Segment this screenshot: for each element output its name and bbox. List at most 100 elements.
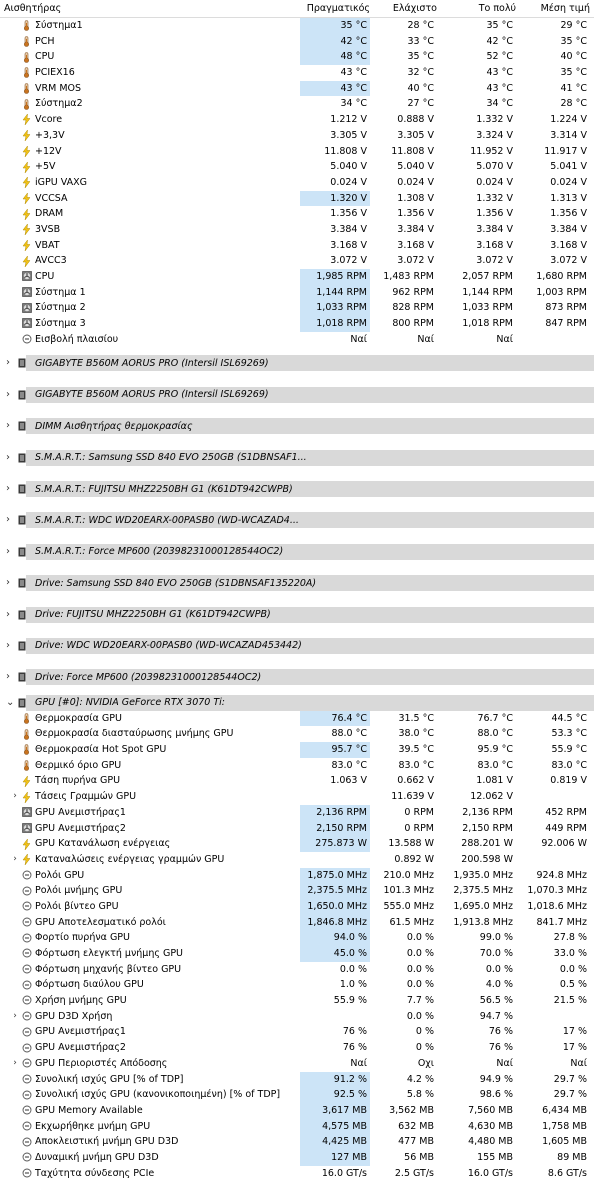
sensor-row[interactable]: Φόρτωση διαύλου GPU 1.0 % 0.0 % 4.0 % 0.5 % (0, 977, 594, 993)
expand-arrow-icon[interactable]: › (10, 1009, 20, 1025)
chevron-right-icon[interactable]: › (6, 669, 10, 685)
chevron-down-icon[interactable]: ⌄ (6, 695, 14, 711)
expand-arrow-icon[interactable]: › (10, 1056, 20, 1072)
sensor-group[interactable]: › Drive: Force MP600 (20398231000128544OC… (0, 661, 594, 692)
sensor-group-bar[interactable]: S.M.A.R.T.: Force MP600 (203982310001285… (26, 543, 594, 560)
sensor-row[interactable]: Τάση πυρήνα GPU 1.063 V 0.662 V 1.081 V 0.81… (0, 773, 594, 789)
sensor-row[interactable]: › Καταναλώσεις ενέργειας γραμμών GPU 0.892… (0, 852, 594, 868)
sensor-row[interactable]: Φορτίο πυρήνα GPU 94.0 % 0.0 % 99.0 % 27.8 % (0, 930, 594, 947)
sensor-row[interactable]: Σύστημα 1 1,144 RPM 962 RPM 1,144 RPM 1,003 … (0, 284, 594, 301)
sensor-row[interactable]: iGPU VAXG 0.024 V 0.024 V 0.024 V 0.024 V (0, 175, 594, 191)
sensor-group[interactable]: › Drive: WDC WD20EARX-00PASB0 (WD-WCAZAD4… (0, 630, 594, 661)
sensor-group[interactable]: › S.M.A.R.T.: Samsung SSD 840 EVO 250GB (… (0, 442, 594, 473)
chevron-right-icon[interactable]: › (6, 481, 10, 497)
sensor-row[interactable]: GPU Ανεμιστήρας2 2,150 RPM 0 RPM 2,150 RPM 4… (0, 820, 594, 837)
sensor-row[interactable]: Σύστημα1 35 °C 28 °C 35 °C 29 °C (0, 18, 594, 34)
chevron-right-icon[interactable]: › (6, 355, 10, 371)
sensor-row[interactable]: CPU 48 °C 35 °C 52 °C 40 °C (0, 49, 594, 66)
sensor-row[interactable]: Θερμοκρασία GPU 76.4 °C 31.5 °C 76.7 °C 44.5… (0, 710, 594, 727)
expand-arrow-icon[interactable]: › (10, 789, 20, 805)
sensor-row[interactable]: Χρήση μνήμης GPU 55.9 % 7.7 % 56.5 % 21.5 % (0, 993, 594, 1009)
sensor-row[interactable]: › GPU D3D Χρήση 0.0 % 94.7 % (0, 1009, 594, 1025)
chevron-right-icon[interactable]: › (6, 512, 10, 528)
sensor-row[interactable]: › GPU Περιοριστές Απόδοσης Ναί Οχι Ναί Ναί (0, 1056, 594, 1072)
sensor-row[interactable]: GPU Ανεμιστήρας2 76 % 0 % 76 % 17 % (0, 1040, 594, 1056)
sensor-row[interactable]: Εισβολή πλαισίου Ναί Ναί Ναί (0, 332, 594, 348)
sensor-row[interactable]: +5V 5.040 V 5.040 V 5.070 V 5.041 V (0, 159, 594, 175)
sensor-row[interactable]: GPU Ανεμιστήρας1 76 % 0 % 76 % 17 % (0, 1024, 594, 1040)
sensor-row[interactable]: GPU Αποτελεσματικό ρολόι 1,846.8 MHz 61.5 … (0, 914, 594, 931)
chevron-right-icon[interactable]: › (6, 638, 10, 654)
sensor-row[interactable]: Δυναμική μνήμη GPU D3D 127 MB 56 MB 155 MB 8… (0, 1149, 594, 1166)
sensor-row[interactable]: Ρολόι βίντεο GPU 1,650.0 MHz 555.0 MHz 1,69… (0, 898, 594, 915)
sensor-group[interactable]: › Drive: FUJITSU MHZ2250BH G1 (K61DT942CW… (0, 599, 594, 630)
sensor-group[interactable]: › GIGABYTE B560M AORUS PRO (Intersil ISL6… (0, 379, 594, 410)
chevron-right-icon[interactable]: › (6, 544, 10, 560)
sensor-group[interactable]: › S.M.A.R.T.: FUJITSU MHZ2250BH G1 (K61DT… (0, 473, 594, 504)
sensor-group[interactable]: › Drive: Samsung SSD 840 EVO 250GB (S1DBN… (0, 567, 594, 598)
sensor-row[interactable]: GPU Memory Available 3,617 MB 3,562 MB 7,56… (0, 1102, 594, 1119)
sensor-row[interactable]: Συνολική ισχύς GPU [% of TDP] 91.2 % 4.2 %… (0, 1071, 594, 1088)
sensor-row[interactable]: Σύστημα 2 1,033 RPM 828 RPM 1,033 RPM 873 RP… (0, 300, 594, 317)
sensor-group[interactable]: › GIGABYTE B560M AORUS PRO (Intersil ISL6… (0, 347, 594, 378)
sensor-row[interactable]: VCCSA 1.320 V 1.308 V 1.332 V 1.313 V (0, 190, 594, 207)
header-max[interactable]: Το πολύ (438, 0, 516, 17)
sensor-group-bar[interactable]: S.M.A.R.T.: WDC WD20EARX-00PASB0 (WD-WCA… (26, 512, 594, 529)
sensor-row[interactable]: Αποκλειστική μνήμη GPU D3D 4,425 MB 477 MB… (0, 1134, 594, 1150)
sensor-row[interactable]: Ρολόι μνήμης GPU 2,375.5 MHz 101.3 MHz 2,37… (0, 883, 594, 899)
sensor-row[interactable]: DRAM 1.356 V 1.356 V 1.356 V 1.356 V (0, 206, 594, 222)
chevron-right-icon[interactable]: › (6, 607, 10, 623)
sensor-row[interactable]: 3VSB 3.384 V 3.384 V 3.384 V 3.384 V (0, 222, 594, 238)
sensor-row[interactable]: AVCC3 3.072 V 3.072 V 3.072 V 3.072 V (0, 253, 594, 269)
sensor-name-cell: Σύστημα1 (0, 18, 83, 34)
gpu-sensor-group[interactable]: ⌄ GPU [#0]: NVIDIA GeForce RTX 3070 Ti: (0, 693, 594, 711)
header-sensor[interactable]: Αισθητήρας (4, 0, 61, 17)
sensor-row[interactable]: Συνολική ισχύς GPU (κανονικοποιημένη) [%… (0, 1087, 594, 1103)
header-current[interactable]: Πραγματικός (300, 0, 370, 17)
sensor-row[interactable]: Ταχύτητα σύνδεσης PCIe 16.0 GT/s 2.5 GT/s 1… (0, 1166, 594, 1182)
sensor-group-bar[interactable]: Drive: Force MP600 (20398231000128544OC2… (26, 669, 594, 686)
sensor-group-bar[interactable]: Drive: WDC WD20EARX-00PASB0 (WD-WCAZAD45… (26, 637, 594, 654)
sensor-group-bar[interactable]: S.M.A.R.T.: FUJITSU MHZ2250BH G1 (K61DT9… (26, 481, 594, 497)
sensor-row[interactable]: Φόρτωση ελεγκτή μνήμης GPU 45.0 % 0.0 % 70.… (0, 946, 594, 962)
sensor-row[interactable]: VRM MOS 43 °C 40 °C 43 °C 41 °C (0, 80, 594, 97)
sensor-group[interactable]: › S.M.A.R.T.: Force MP600 (20398231000128… (0, 536, 594, 567)
max-value: 83.0 °C (477, 759, 513, 771)
sensor-group-bar[interactable]: Drive: FUJITSU MHZ2250BH G1 (K61DT942CWP… (26, 606, 594, 623)
sensor-row[interactable]: › Τάσεις Γραμμών GPU 11.639 V 12.062 V (0, 789, 594, 805)
sensor-row[interactable]: +12V 11.808 V 11.808 V 11.952 V 11.917 V (0, 144, 594, 160)
sensor-row[interactable]: Εκχωρήθηκε μνήμη GPU 4,575 MB 632 MB 4,630 … (0, 1118, 594, 1135)
chevron-right-icon[interactable]: › (6, 450, 10, 466)
sensor-row[interactable]: GPU Κατανάλωση ενέργειας 275.873 W 13.588 … (0, 836, 594, 852)
sensor-row[interactable]: VBAT 3.168 V 3.168 V 3.168 V 3.168 V (0, 238, 594, 254)
sensor-row[interactable]: Σύστημα 3 1,018 RPM 800 RPM 1,018 RPM 847 RP… (0, 316, 594, 332)
sensor-group[interactable]: › S.M.A.R.T.: WDC WD20EARX-00PASB0 (WD-WC… (0, 504, 594, 535)
sensor-row[interactable]: CPU 1,985 RPM 1,483 RPM 2,057 RPM 1,680 RPM (0, 269, 594, 285)
sensor-row[interactable]: Θερμοκρασία διασταύρωσης μνήμης GPU 88.0 … (0, 726, 594, 742)
sensor-group-bar[interactable]: Drive: Samsung SSD 840 EVO 250GB (S1DBNS… (26, 575, 594, 592)
sensor-row[interactable]: Ρολόι GPU 1,875.0 MHz 210.0 MHz 1,935.0 MHz… (0, 867, 594, 884)
sensor-group-bar[interactable]: S.M.A.R.T.: Samsung SSD 840 EVO 250GB (S… (26, 449, 594, 466)
sensor-row[interactable]: Θερμοκρασία Hot Spot GPU 95.7 °C 39.5 °C 95… (0, 742, 594, 758)
sensor-row[interactable]: PCH 42 °C 33 °C 42 °C 35 °C (0, 33, 594, 50)
sensor-row[interactable]: Θερμικό όριο GPU 83.0 °C 83.0 °C 83.0 °C 83.… (0, 758, 594, 774)
chevron-right-icon[interactable]: › (6, 418, 10, 434)
sensor-group-bar[interactable]: GPU [#0]: NVIDIA GeForce RTX 3070 Ti: (26, 694, 594, 711)
sensor-row[interactable]: PCIEX16 43 °C 32 °C 43 °C 35 °C (0, 65, 594, 81)
sensor-row[interactable]: +3,3V 3.305 V 3.305 V 3.324 V 3.314 V (0, 128, 594, 144)
sensor-name-cell: Εκχωρήθηκε μνήμη GPU (0, 1119, 150, 1135)
sensor-row[interactable]: Vcore 1.212 V 0.888 V 1.332 V 1.224 V (0, 112, 594, 128)
sensor-name-cell: Ρολόι GPU (0, 868, 84, 884)
sensor-group[interactable]: › DIMM Αισθητήρας θερμοκρασίας (0, 410, 594, 441)
chevron-right-icon[interactable]: › (6, 575, 10, 591)
sensor-group-bar[interactable]: GIGABYTE B560M AORUS PRO (Intersil ISL69… (26, 386, 594, 403)
sensor-row[interactable]: GPU Ανεμιστήρας1 2,136 RPM 0 RPM 2,136 RPM 4… (0, 804, 594, 821)
expand-arrow-icon[interactable]: › (10, 852, 20, 868)
header-avg[interactable]: Μέση τιμή (517, 0, 590, 17)
sensor-row[interactable]: Φόρτωση μηχανής βίντεο GPU 0.0 % 0.0 % 0.0 … (0, 962, 594, 978)
chevron-right-icon[interactable]: › (6, 387, 10, 403)
header-min[interactable]: Ελάχιστο (371, 0, 437, 17)
sensor-group-bar[interactable]: DIMM Αισθητήρας θερμοκρασίας (26, 418, 594, 435)
sensor-group-bar[interactable]: GIGABYTE B560M AORUS PRO (Intersil ISL69… (26, 355, 594, 372)
sensor-row[interactable]: Σύστημα2 34 °C 27 °C 34 °C 28 °C (0, 96, 594, 112)
